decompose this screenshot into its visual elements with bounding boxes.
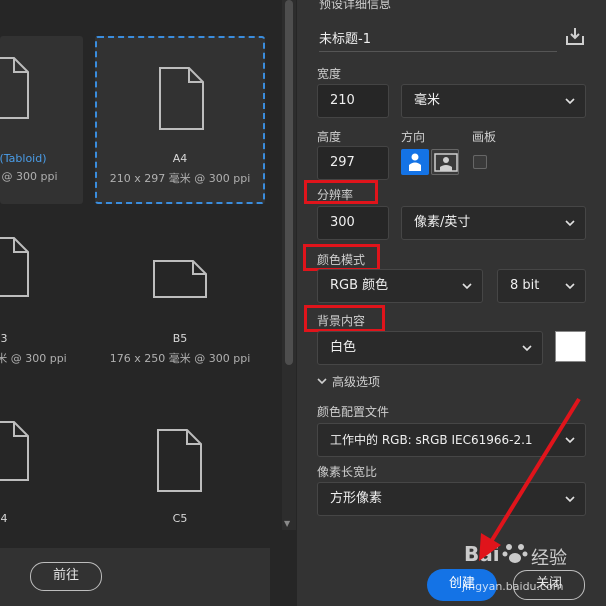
document-icon bbox=[0, 421, 29, 481]
resolution-unit-select[interactable]: 像素/英寸 bbox=[401, 206, 586, 240]
landscape-orientation-button[interactable] bbox=[431, 149, 459, 175]
color-profile-label: 颜色配置文件 bbox=[317, 405, 390, 419]
chevron-down-icon bbox=[565, 283, 575, 290]
save-preset-icon[interactable] bbox=[565, 26, 585, 46]
background-color-swatch[interactable] bbox=[555, 331, 586, 362]
preset-subtitle: 176 x 250 毫米 @ 300 ppi bbox=[109, 352, 251, 365]
preset-card-a5[interactable]: 4 bbox=[0, 400, 83, 540]
preset-details-panel: 预设详细信息 未标题-1 宽度 210 毫米 高度 297 方向 画板 分辨率 … bbox=[297, 0, 606, 606]
pixel-aspect-value: 方形像素 bbox=[330, 491, 383, 506]
preset-title: (Tabloid) bbox=[0, 152, 47, 165]
resolution-input[interactable]: 300 bbox=[317, 206, 389, 240]
color-mode-value: RGB 颜色 bbox=[330, 278, 389, 293]
height-input[interactable]: 297 bbox=[317, 146, 389, 180]
preset-subtitle: @ 300 ppi bbox=[1, 170, 58, 183]
bit-depth-select[interactable]: 8 bit bbox=[497, 269, 586, 303]
preset-title: C5 bbox=[172, 512, 188, 525]
chevron-down-icon bbox=[565, 220, 575, 227]
width-input[interactable]: 210 bbox=[317, 84, 389, 118]
scrollbar-thumb[interactable] bbox=[285, 0, 293, 365]
resolution-label: 分辨率 bbox=[317, 188, 354, 202]
preset-card-a4[interactable]: A4 210 x 297 毫米 @ 300 ppi bbox=[95, 36, 265, 204]
section-title: 预设详细信息 bbox=[319, 0, 392, 11]
color-mode-label: 颜色模式 bbox=[317, 253, 366, 267]
background-select[interactable]: 白色 bbox=[317, 331, 543, 365]
preset-title: 3 bbox=[0, 332, 8, 345]
document-icon-landscape bbox=[153, 260, 207, 298]
background-label: 背景内容 bbox=[317, 314, 366, 328]
orientation-label: 方向 bbox=[401, 130, 426, 144]
landscape-icon bbox=[434, 153, 458, 172]
height-label: 高度 bbox=[317, 130, 342, 144]
document-name-field[interactable]: 未标题-1 bbox=[319, 28, 557, 52]
preset-subtitle: 米 @ 300 ppi bbox=[0, 352, 67, 365]
preset-card-c5[interactable]: C5 bbox=[95, 400, 265, 540]
artboard-label: 画板 bbox=[472, 130, 497, 144]
advanced-options-toggle[interactable]: 高级选项 bbox=[332, 373, 380, 390]
preset-title: 4 bbox=[0, 512, 8, 525]
width-label: 宽度 bbox=[317, 67, 342, 81]
red-arrow-annotation bbox=[479, 397, 581, 561]
go-button[interactable]: 前往 bbox=[30, 562, 102, 591]
chevron-down-icon bbox=[462, 283, 472, 290]
document-icon bbox=[159, 67, 204, 130]
preset-subtitle: 210 x 297 毫米 @ 300 ppi bbox=[109, 172, 251, 185]
unit-select[interactable]: 毫米 bbox=[401, 84, 586, 118]
scroll-down-arrow-icon[interactable]: ▼ bbox=[284, 519, 290, 528]
document-icon bbox=[0, 237, 29, 297]
preset-gallery: (Tabloid) @ 300 ppi A4 210 x 297 毫米 @ 30… bbox=[0, 0, 282, 606]
color-mode-select[interactable]: RGB 颜色 bbox=[317, 269, 483, 303]
document-icon bbox=[157, 429, 202, 492]
bit-depth-value: 8 bit bbox=[510, 278, 540, 293]
portrait-orientation-button[interactable] bbox=[401, 149, 429, 175]
background-value: 白色 bbox=[330, 340, 357, 355]
preset-title: B5 bbox=[172, 332, 188, 345]
pixel-aspect-label: 像素长宽比 bbox=[317, 465, 378, 479]
chevron-down-icon bbox=[565, 98, 575, 105]
document-icon bbox=[0, 57, 29, 119]
resolution-unit-value: 像素/英寸 bbox=[414, 215, 471, 230]
preset-card-a3[interactable]: 3 米 @ 300 ppi bbox=[0, 224, 83, 374]
portrait-icon bbox=[409, 153, 421, 171]
chevron-expand-icon[interactable] bbox=[317, 376, 327, 386]
watermark-url: jingyan.baidu.com bbox=[462, 580, 564, 593]
preset-title: A4 bbox=[172, 152, 188, 165]
left-footer: 前往 bbox=[0, 548, 270, 606]
artboard-checkbox[interactable] bbox=[473, 155, 487, 169]
preset-card-tabloid[interactable]: (Tabloid) @ 300 ppi bbox=[0, 36, 83, 204]
chevron-down-icon bbox=[522, 345, 532, 352]
unit-select-value: 毫米 bbox=[414, 93, 441, 108]
preset-scrollbar[interactable]: ▼ bbox=[282, 0, 296, 530]
preset-card-b5[interactable]: B5 176 x 250 毫米 @ 300 ppi bbox=[95, 224, 265, 374]
